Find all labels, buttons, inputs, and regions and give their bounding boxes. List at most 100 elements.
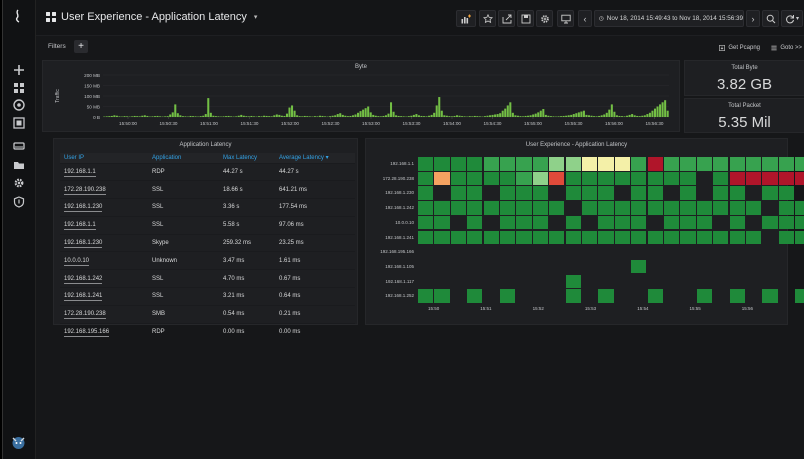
heatmap-cell[interactable]: [418, 215, 434, 230]
heatmap-cell[interactable]: [434, 201, 450, 215]
heatmap-cell[interactable]: [614, 201, 630, 215]
heatmap-cell[interactable]: [664, 157, 680, 171]
user-ip-link[interactable]: 10.0.0.10: [64, 257, 90, 266]
heatmap-cell[interactable]: [729, 157, 745, 171]
heatmap-cell[interactable]: [434, 289, 450, 303]
heatmap-cell[interactable]: [664, 230, 680, 244]
heatmap-cell[interactable]: [500, 230, 516, 244]
heatmap-cell[interactable]: [565, 230, 581, 244]
user-ip-link[interactable]: 192.168.1.230: [64, 240, 103, 249]
heatmap-cell[interactable]: [418, 186, 434, 200]
heatmap-cell[interactable]: [795, 157, 804, 171]
heatmap-cell[interactable]: [762, 157, 778, 171]
heatmap-cell[interactable]: [483, 230, 499, 244]
heatmap-cell[interactable]: [713, 171, 729, 186]
heatmap-cell[interactable]: [516, 186, 532, 200]
heatmap-cell[interactable]: [664, 215, 680, 230]
heatmap-cell[interactable]: [418, 201, 434, 215]
shield-icon[interactable]: [12, 195, 26, 209]
heatmap-cell[interactable]: [647, 157, 663, 171]
heatmap-cell[interactable]: [713, 157, 729, 171]
column-max-latency[interactable]: Max Latency: [219, 153, 275, 163]
heatmap-cell[interactable]: [582, 186, 598, 200]
heatmap-cell[interactable]: [598, 201, 614, 215]
heatmap-cell[interactable]: [418, 230, 434, 244]
heatmap-cell[interactable]: [582, 171, 598, 186]
heatmap-cell[interactable]: [516, 201, 532, 215]
network-icon[interactable]: [12, 98, 26, 112]
heatmap-cell[interactable]: [647, 201, 663, 215]
heatmap-cell[interactable]: [532, 157, 548, 171]
user-ip-link[interactable]: 192.168.1.241: [64, 293, 103, 302]
heatmap-cell[interactable]: [549, 157, 565, 171]
heatmap-cell[interactable]: [565, 215, 581, 230]
heatmap-cell[interactable]: [549, 201, 565, 215]
heatmap-cell[interactable]: [598, 186, 614, 200]
heatmap-cell[interactable]: [664, 171, 680, 186]
heatmap-cell[interactable]: [746, 230, 762, 244]
heatmap-cell[interactable]: [516, 171, 532, 186]
heatmap-cell[interactable]: [532, 171, 548, 186]
heatmap-cell[interactable]: [631, 230, 647, 244]
heatmap-cell[interactable]: [598, 289, 614, 303]
column-average-latency[interactable]: Average Latency ▾: [275, 153, 355, 163]
heatmap-cell[interactable]: [565, 157, 581, 171]
dashboards-icon[interactable]: [12, 81, 26, 95]
heatmap-cell[interactable]: [778, 201, 794, 215]
monitor-icon[interactable]: [12, 116, 26, 130]
heatmap-cell[interactable]: [418, 157, 434, 171]
heatmap-cell[interactable]: [729, 230, 745, 244]
heatmap-cell[interactable]: [582, 201, 598, 215]
heatmap-cell[interactable]: [565, 274, 581, 289]
heatmap-cell[interactable]: [778, 171, 794, 186]
heatmap-cell[interactable]: [696, 215, 712, 230]
refresh-button[interactable]: ▾: [781, 10, 803, 27]
storage-icon[interactable]: [12, 139, 26, 153]
share-button[interactable]: [498, 10, 515, 27]
heatmap-cell[interactable]: [729, 215, 745, 230]
heatmap-cell[interactable]: [713, 230, 729, 244]
heatmap-cell[interactable]: [696, 230, 712, 244]
heatmap-cell[interactable]: [795, 215, 804, 230]
heatmap-cell[interactable]: [631, 157, 647, 171]
heatmap-cell[interactable]: [746, 157, 762, 171]
heatmap-cell[interactable]: [614, 230, 630, 244]
heatmap-cell[interactable]: [762, 171, 778, 186]
heatmap-cell[interactable]: [614, 215, 630, 230]
heatmap-cell[interactable]: [631, 201, 647, 215]
heatmap-cell[interactable]: [696, 157, 712, 171]
heatmap-cell[interactable]: [434, 215, 450, 230]
view-mode-button[interactable]: [557, 10, 574, 27]
heatmap-cell[interactable]: [434, 157, 450, 171]
heatmap-cell[interactable]: [516, 157, 532, 171]
user-ip-link[interactable]: 192.168.1.230: [64, 204, 103, 213]
heatmap-cell[interactable]: [516, 215, 532, 230]
heatmap-cell[interactable]: [467, 230, 483, 244]
heatmap-cell[interactable]: [680, 171, 696, 186]
heatmap-cell[interactable]: [565, 289, 581, 303]
heatmap-cell[interactable]: [434, 230, 450, 244]
heatmap-cell[interactable]: [631, 215, 647, 230]
heatmap-cell[interactable]: [532, 201, 548, 215]
user-ip-link[interactable]: 192.168.1.242: [64, 275, 103, 284]
heatmap-cell[interactable]: [500, 289, 516, 303]
heatmap-cell[interactable]: [450, 201, 466, 215]
heatmap-cell[interactable]: [500, 157, 516, 171]
heatmap-cell[interactable]: [778, 230, 794, 244]
heatmap-cell[interactable]: [631, 186, 647, 200]
heatmap-cell[interactable]: [647, 171, 663, 186]
heatmap-cell[interactable]: [582, 157, 598, 171]
heatmap-cell[interactable]: [746, 171, 762, 186]
heatmap-cell[interactable]: [680, 201, 696, 215]
heatmap-cell[interactable]: [450, 157, 466, 171]
settings-icon[interactable]: [12, 176, 26, 190]
heatmap-cell[interactable]: [582, 230, 598, 244]
heatmap-cell[interactable]: [467, 186, 483, 200]
heatmap-cell[interactable]: [680, 215, 696, 230]
heatmap-cell[interactable]: [565, 171, 581, 186]
heatmap-cell[interactable]: [467, 289, 483, 303]
heatmap-cell[interactable]: [729, 171, 745, 186]
heatmap-cell[interactable]: [729, 201, 745, 215]
heatmap-cell[interactable]: [500, 201, 516, 215]
heatmap-cell[interactable]: [746, 201, 762, 215]
